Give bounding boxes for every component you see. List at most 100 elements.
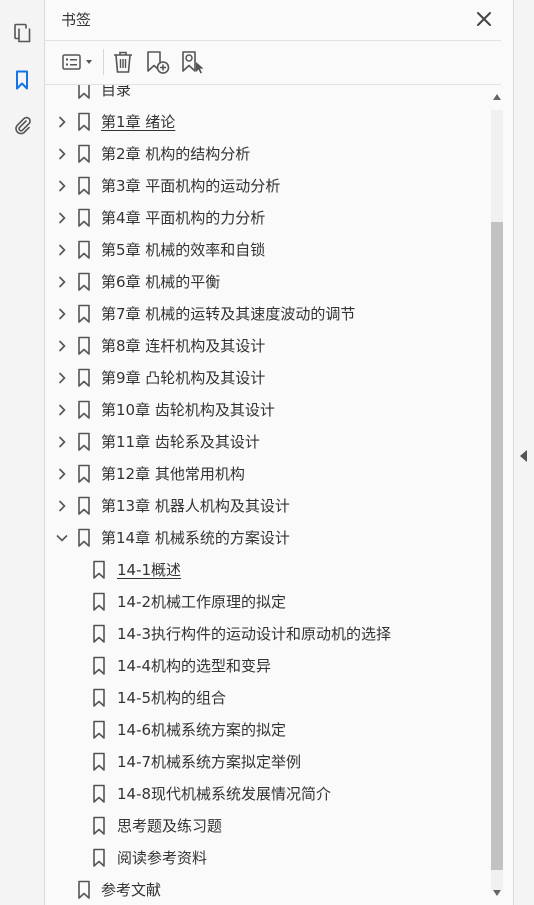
bookmark-icon [77, 144, 91, 164]
bookmark-item[interactable]: 14-4机构的选型和变异 [45, 650, 489, 682]
bookmark-item[interactable]: 第3章 平面机构的运动分析 [45, 170, 489, 202]
bookmark-label: 参考文献 [101, 881, 162, 899]
delete-button[interactable] [111, 49, 135, 75]
bookmark-item[interactable]: 第6章 机械的平衡 [45, 266, 489, 298]
chevron-down-icon[interactable] [55, 531, 69, 545]
bookmark-label: 第4章 平面机构的力分析 [101, 209, 266, 227]
bookmark-icon [92, 784, 106, 804]
bookmark-label: 第5章 机械的效率和自锁 [101, 241, 266, 259]
options-menu-button[interactable] [61, 49, 97, 75]
bookmark-icon [92, 592, 106, 612]
bookmark-icon [92, 720, 106, 740]
chevron-right-icon[interactable] [55, 243, 69, 257]
new-bookmark-icon [147, 51, 170, 74]
chevron-right-icon[interactable] [55, 467, 69, 481]
bookmark-item[interactable]: 第8章 连杆机构及其设计 [45, 330, 489, 362]
bookmark-item[interactable]: 14-7机械系统方案拟定举例 [45, 746, 489, 778]
bookmark-icon [77, 432, 91, 452]
bookmark-label: 目录 [101, 85, 132, 99]
bookmark-label: 第3章 平面机构的运动分析 [101, 177, 281, 195]
close-panel-button[interactable] [473, 8, 495, 30]
bookmark-icon [92, 752, 106, 772]
bookmark-label: 第7章 机械的运转及其速度波动的调节 [101, 305, 356, 323]
bookmark-item[interactable]: 参考文献 [45, 874, 489, 905]
scroll-down-icon[interactable] [493, 890, 501, 896]
bookmark-icon [92, 848, 106, 868]
bookmark-item[interactable]: 思考题及练习题 [45, 810, 489, 842]
pages-icon[interactable] [11, 22, 33, 44]
chevron-right-icon[interactable] [55, 211, 69, 225]
bookmark-label: 第13章 机器人机构及其设计 [101, 497, 290, 515]
bookmark-label: 第1章 绪论 [101, 113, 176, 131]
bookmark-label: 第14章 机械系统的方案设计 [101, 529, 290, 547]
bookmarks-toolbar [45, 41, 501, 83]
bookmark-label: 14-1概述 [117, 561, 182, 579]
bookmark-label: 阅读参考资料 [117, 849, 208, 867]
bookmark-icon [77, 880, 91, 900]
bookmark-item[interactable]: 14-6机械系统方案的拟定 [45, 714, 489, 746]
bookmarks-panel: 书签 目录 第1章 绪论 第2章 机构的结构分析 第3章 平面机构的运动分析 第… [45, 0, 513, 905]
scroll-up-icon[interactable] [493, 94, 501, 100]
bookmark-item[interactable]: 第14章 机械系统的方案设计 [45, 522, 489, 554]
bookmark-icon [77, 112, 91, 132]
chevron-right-icon[interactable] [55, 371, 69, 385]
bookmark-icon [92, 816, 106, 836]
chevron-right-icon[interactable] [55, 147, 69, 161]
scrollbar-thumb[interactable] [491, 222, 503, 871]
chevron-right-icon[interactable] [55, 307, 69, 321]
bookmark-label: 14-6机械系统方案的拟定 [117, 721, 287, 739]
paperclip-icon[interactable] [11, 114, 33, 136]
bookmark-item[interactable]: 14-2机械工作原理的拟定 [45, 586, 489, 618]
panel-title: 书签 [61, 11, 92, 29]
bookmark-item[interactable]: 第13章 机器人机构及其设计 [45, 490, 489, 522]
chevron-right-icon[interactable] [55, 339, 69, 353]
bookmark-item[interactable]: 第5章 机械的效率和自锁 [45, 234, 489, 266]
chevron-right-icon[interactable] [55, 435, 69, 449]
bookmark-icon[interactable] [11, 69, 33, 91]
bookmark-item[interactable]: 14-3执行构件的运动设计和原动机的选择 [45, 618, 489, 650]
bookmark-item[interactable]: 14-8现代机械系统发展情况简介 [45, 778, 489, 810]
bookmark-icon [77, 496, 91, 516]
bookmark-item[interactable]: 第12章 其他常用机构 [45, 458, 489, 490]
bookmark-icon [77, 208, 91, 228]
bookmark-label: 第12章 其他常用机构 [101, 465, 245, 483]
bookmark-item[interactable]: 第4章 平面机构的力分析 [45, 202, 489, 234]
bookmark-label: 14-3执行构件的运动设计和原动机的选择 [117, 625, 392, 643]
chevron-right-icon[interactable] [55, 275, 69, 289]
find-bookmark-button[interactable] [180, 49, 206, 75]
bookmark-icon [92, 688, 106, 708]
bookmark-item[interactable]: 第7章 机械的运转及其速度波动的调节 [45, 298, 489, 330]
bookmark-item[interactable]: 第10章 齿轮机构及其设计 [45, 394, 489, 426]
bookmark-label: 第8章 连杆机构及其设计 [101, 337, 266, 355]
bookmark-label: 14-2机械工作原理的拟定 [117, 593, 287, 611]
collapse-panel-icon[interactable] [520, 450, 527, 462]
bookmark-item[interactable]: 第9章 凸轮机构及其设计 [45, 362, 489, 394]
bookmark-icon [77, 240, 91, 260]
right-collapse-strip[interactable] [513, 0, 534, 905]
bookmark-item[interactable]: 第2章 机构的结构分析 [45, 138, 489, 170]
options-menu-icon [62, 54, 92, 70]
chevron-right-icon[interactable] [55, 403, 69, 417]
vertical-scrollbar[interactable] [489, 90, 505, 905]
bookmark-item[interactable]: 第1章 绪论 [45, 106, 489, 138]
bookmark-icon [77, 176, 91, 196]
bookmark-label: 思考题及练习题 [117, 817, 223, 835]
bookmark-tree: 目录第1章 绪论第2章 机构的结构分析第3章 平面机构的运动分析 第4章 平面机构… [45, 85, 489, 905]
chevron-right-icon[interactable] [55, 115, 69, 129]
new-bookmark-button[interactable] [145, 49, 171, 75]
bookmark-icon [77, 304, 91, 324]
bookmark-item[interactable]: 目录 [45, 85, 489, 106]
bookmark-item[interactable]: 14-5机构的组合 [45, 682, 489, 714]
chevron-right-icon[interactable] [55, 499, 69, 513]
chevron-right-icon[interactable] [55, 179, 69, 193]
bookmark-item[interactable]: 14-1概述 [45, 554, 489, 586]
bookmark-icon [77, 85, 91, 100]
bookmark-item[interactable]: 阅读参考资料 [45, 842, 489, 874]
bookmark-icon [77, 336, 91, 356]
bookmark-item[interactable]: 第11章 齿轮系及其设计 [45, 426, 489, 458]
bookmark-icon [77, 272, 91, 292]
bookmark-label: 14-7机械系统方案拟定举例 [117, 753, 302, 771]
bookmark-label: 第10章 齿轮机构及其设计 [101, 401, 275, 419]
bookmark-icon [77, 368, 91, 388]
find-bookmark-icon [182, 51, 204, 74]
